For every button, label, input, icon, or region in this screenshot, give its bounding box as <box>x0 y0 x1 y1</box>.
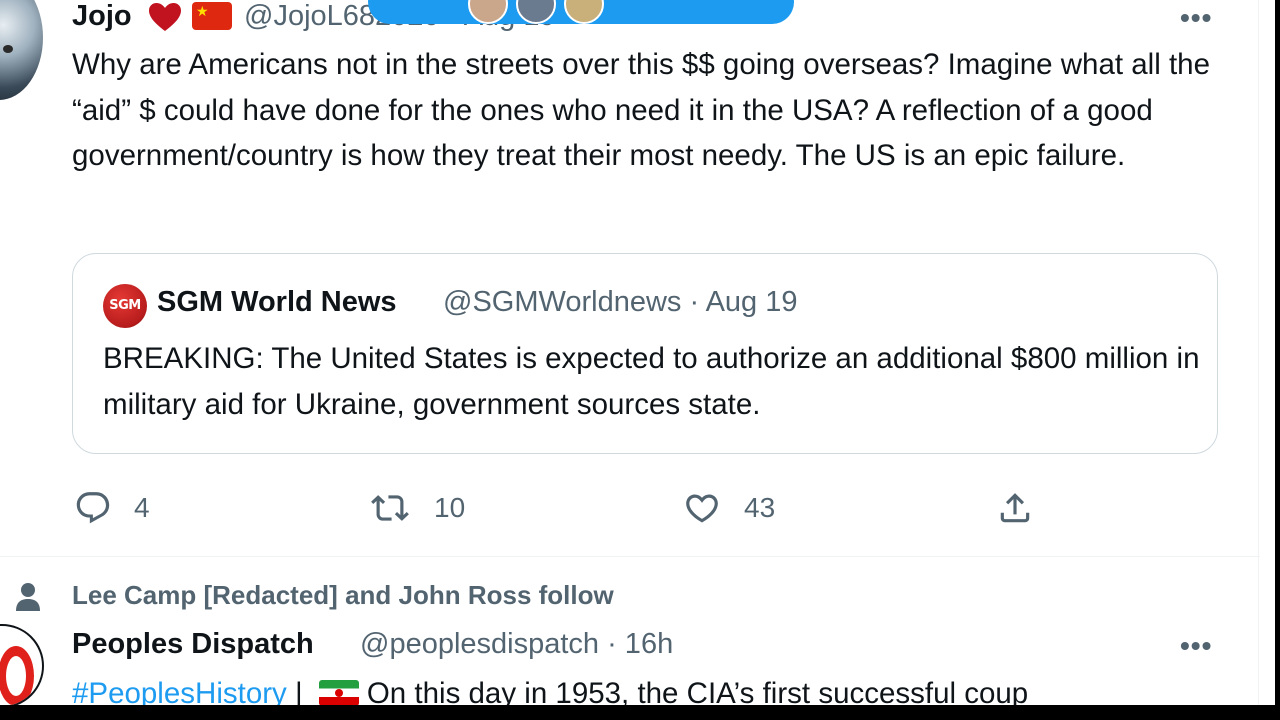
pill-avatar <box>468 0 508 24</box>
tweet1-text: Why are Americans not in the streets ove… <box>72 48 1210 172</box>
column-border <box>1258 0 1259 705</box>
retweet-count: 10 <box>434 492 466 523</box>
timeline: Jojo ★ @JojoL682020 · Aug 19 ••• Why are… <box>0 0 1275 705</box>
jojo-avatar[interactable] <box>0 0 43 100</box>
tweet2-more-icon[interactable]: ••• <box>1180 630 1212 662</box>
pill-avatar <box>564 0 604 24</box>
quote-handle-date: @SGMWorldnews · Aug 19 <box>443 286 798 318</box>
iran-flag-icon <box>318 680 359 705</box>
share-button[interactable] <box>996 484 1034 532</box>
social-context-text[interactable]: Lee Camp [Redacted] and John Ross follow <box>72 580 614 611</box>
tweet1-more-icon[interactable]: ••• <box>1180 2 1212 34</box>
quote-author-name: SGM World News <box>157 286 397 318</box>
tweet2-text: #PeoplesHistory | On this day in 1953, t… <box>72 677 1028 705</box>
tweet2-author-name[interactable]: Peoples Dispatch <box>72 628 314 661</box>
heart-emoji-icon <box>149 3 181 31</box>
avatar-nose <box>3 45 13 53</box>
like-button[interactable]: 43 <box>682 484 775 532</box>
retweet-button[interactable]: 10 <box>368 484 465 532</box>
sgm-logo-icon: SGM <box>103 284 147 328</box>
like-count: 43 <box>744 492 776 523</box>
share-icon <box>1000 493 1030 523</box>
reply-count: 4 <box>134 492 150 523</box>
tweet2-handle-date[interactable]: @peoplesdispatch · 16h <box>360 628 673 661</box>
peoples-dispatch-avatar[interactable] <box>0 624 44 705</box>
tweet2-body-text: On this day in 1953, the CIA’s first suc… <box>366 677 1029 705</box>
retweet-icon <box>371 495 409 521</box>
quoted-tweet[interactable]: SGM SGM World News @SGMWorldnews · Aug 1… <box>72 253 1218 454</box>
text-separator: | <box>286 677 311 705</box>
avatar-logo-mark <box>6 656 26 696</box>
new-tweets-pill[interactable] <box>368 0 794 24</box>
tweet-divider <box>0 556 1260 557</box>
person-icon <box>16 583 40 611</box>
like-icon <box>686 494 718 523</box>
hashtag-link[interactable]: #PeoplesHistory <box>72 677 287 705</box>
pill-avatar <box>516 0 556 24</box>
tweet1-author-name[interactable]: Jojo <box>72 0 132 33</box>
quote-text: BREAKING: The United States is expected … <box>103 342 1200 421</box>
china-flag-icon: ★ <box>192 2 232 30</box>
reply-icon <box>76 492 110 524</box>
reply-button[interactable]: 4 <box>74 484 150 532</box>
